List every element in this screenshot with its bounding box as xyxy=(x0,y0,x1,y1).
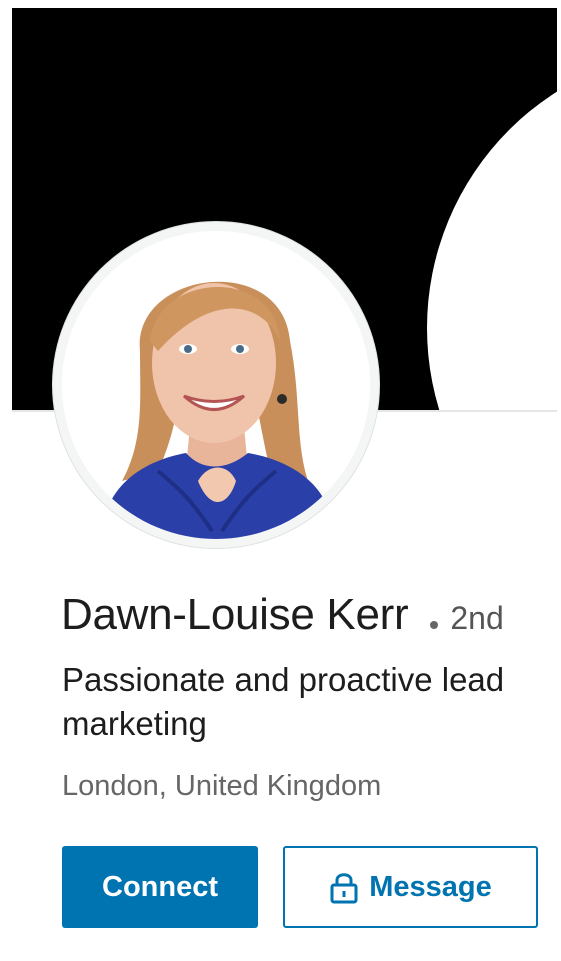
headline-line-2: marketing xyxy=(62,705,207,742)
connect-button-label: Connect xyxy=(102,870,218,903)
message-button-label: Message xyxy=(369,870,492,903)
profile-location: London, United Kingdom xyxy=(62,770,382,802)
name-row: Dawn-Louise Kerr 2nd xyxy=(61,590,561,640)
lock-icon xyxy=(330,873,358,904)
message-button[interactable]: Message xyxy=(283,846,538,928)
headline-line-1: Passionate and proactive lead xyxy=(62,661,505,698)
profile-photo[interactable] xyxy=(62,231,370,539)
connection-degree: 2nd xyxy=(450,600,504,636)
profile-name: Dawn-Louise Kerr xyxy=(61,590,409,639)
profile-headline: Passionate and proactive lead marketing xyxy=(62,658,561,748)
degree-separator-dot xyxy=(430,620,439,629)
connect-button[interactable]: Connect xyxy=(62,846,258,928)
cover-graphic xyxy=(427,48,557,410)
profile-photo-frame[interactable] xyxy=(53,222,379,548)
profile-photo-image xyxy=(62,231,370,539)
